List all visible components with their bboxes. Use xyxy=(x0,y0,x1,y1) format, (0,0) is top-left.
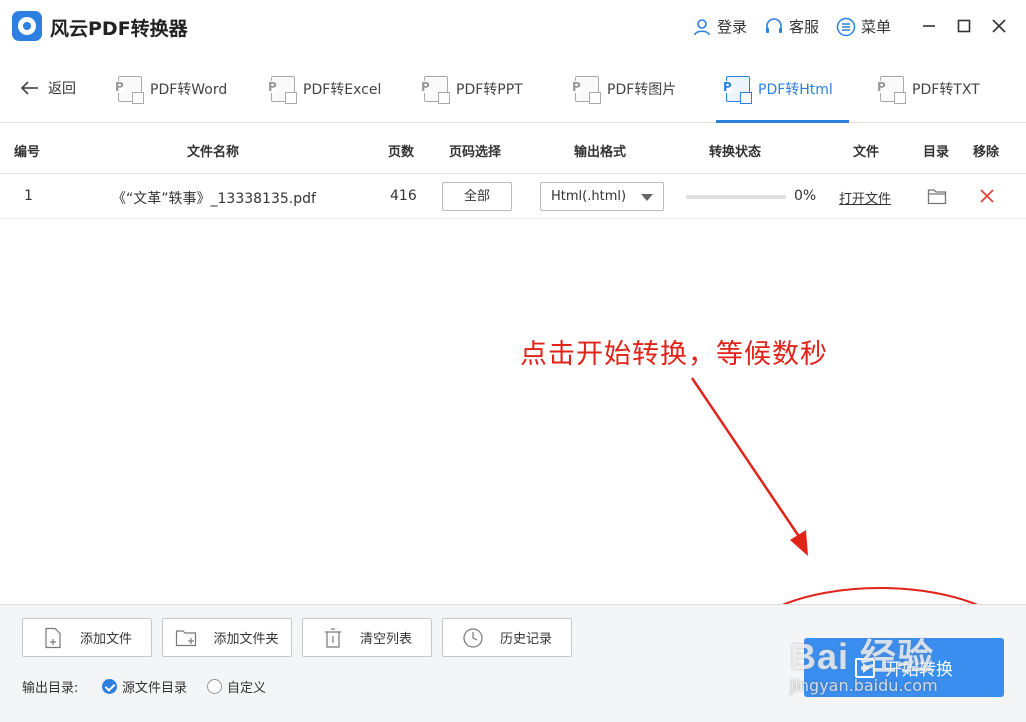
page-select-button[interactable]: 全部 xyxy=(442,182,512,211)
menu-button[interactable]: 菜单 xyxy=(836,16,891,37)
pdf-image-icon: P xyxy=(572,75,601,104)
close-button[interactable] xyxy=(988,15,1010,37)
pdf-ppt-icon: P xyxy=(421,75,450,104)
tab-label: PDF转PPT xyxy=(456,81,523,98)
minimize-button[interactable] xyxy=(918,15,940,37)
arrow-left-icon xyxy=(20,81,38,95)
trash-icon xyxy=(324,627,341,648)
output-dir-label: 输出目录: xyxy=(22,681,79,696)
add-file-icon xyxy=(45,627,61,648)
annotation-arrow xyxy=(690,377,802,539)
play-icon xyxy=(855,657,875,678)
title-bar: 风云PDF转换器 登录 客服 菜单 xyxy=(0,0,1026,54)
headset-icon xyxy=(766,17,782,33)
annotation-text: 点击开始转换，等候数秒 xyxy=(520,339,828,370)
header-format: 输出格式 xyxy=(574,145,627,160)
output-dir-source-radio[interactable]: 源文件目录 xyxy=(102,677,187,696)
output-dir-custom-radio[interactable]: 自定义 xyxy=(207,677,266,696)
header-pages: 页数 xyxy=(388,145,415,160)
tab-pdf-to-html[interactable]: P PDF转Html xyxy=(716,54,849,123)
tab-label: PDF转Excel xyxy=(303,81,382,98)
open-file-link[interactable]: 打开文件 xyxy=(839,188,891,207)
table-row: 1 《“文革”轶事》_13338135.pdf 416 全部 Html(.htm… xyxy=(0,174,1026,219)
pdf-excel-icon: P xyxy=(268,75,297,104)
remove-x-icon[interactable] xyxy=(978,187,996,205)
header-status: 转换状态 xyxy=(709,145,762,160)
pdf-html-icon: P xyxy=(723,75,752,104)
file-table-header: 编号 文件名称 页数 页码选择 输出格式 转换状态 文件 目录 移除 xyxy=(0,124,1026,174)
progress-percent: 0% xyxy=(794,188,817,204)
caret-down-icon xyxy=(641,194,653,201)
menu-icon xyxy=(836,17,856,36)
header-dir: 目录 xyxy=(923,145,950,160)
row-index: 1 xyxy=(24,188,33,204)
add-folder-icon xyxy=(176,629,197,646)
history-button[interactable]: 历史记录 xyxy=(442,618,572,657)
history-label: 历史记录 xyxy=(499,632,552,647)
tab-pdf-to-word[interactable]: P PDF转Word xyxy=(115,54,228,123)
login-label: 登录 xyxy=(717,18,748,36)
add-folder-label: 添加文件夹 xyxy=(213,632,279,647)
tab-pdf-to-image[interactable]: P PDF转图片 xyxy=(572,54,677,123)
app-title: 风云PDF转换器 xyxy=(50,18,188,40)
header-file: 文件 xyxy=(853,145,880,160)
tab-label: PDF转TXT xyxy=(912,81,980,98)
maximize-button[interactable] xyxy=(953,15,975,37)
back-button[interactable]: 返回 xyxy=(20,78,76,98)
start-label: 开始转换 xyxy=(885,660,953,680)
user-icon xyxy=(694,18,710,35)
pdf-txt-icon: P xyxy=(877,75,906,104)
add-folder-button[interactable]: 添加文件夹 xyxy=(162,618,292,657)
option-custom-label: 自定义 xyxy=(227,681,267,696)
tab-pdf-to-ppt[interactable]: P PDF转PPT xyxy=(421,54,523,123)
output-format-select[interactable]: Html(.html) xyxy=(540,182,664,211)
radio-checked-icon xyxy=(102,679,117,694)
option-source-label: 源文件目录 xyxy=(122,681,188,696)
app-logo-icon xyxy=(12,11,42,41)
tab-label: PDF转Word xyxy=(150,81,228,98)
tab-label: PDF转图片 xyxy=(607,81,677,98)
header-filename: 文件名称 xyxy=(187,145,240,160)
add-file-button[interactable]: 添加文件 xyxy=(22,618,152,657)
login-button[interactable]: 登录 xyxy=(692,16,747,37)
tab-pdf-to-excel[interactable]: P PDF转Excel xyxy=(268,54,382,123)
header-remove: 移除 xyxy=(973,145,1000,160)
conversion-progress-bar xyxy=(686,195,786,199)
header-page-select: 页码选择 xyxy=(449,145,502,160)
folder-icon[interactable] xyxy=(927,187,947,205)
maximize-icon xyxy=(957,19,971,33)
start-conversion-button[interactable]: 开始转换 xyxy=(804,638,1004,697)
minimize-icon xyxy=(923,25,935,27)
close-icon xyxy=(992,19,1006,33)
annotation-arrowhead xyxy=(790,530,808,556)
back-label: 返回 xyxy=(48,81,76,97)
tab-pdf-to-txt[interactable]: P PDF转TXT xyxy=(877,54,980,123)
header-index: 编号 xyxy=(14,145,41,160)
radio-unchecked-icon xyxy=(207,679,222,694)
pdf-word-icon: P xyxy=(115,75,144,104)
row-filename: 《“文革”轶事》_13338135.pdf xyxy=(112,191,316,207)
menu-label: 菜单 xyxy=(861,18,892,36)
clear-list-button[interactable]: 清空列表 xyxy=(302,618,432,657)
row-pages: 416 xyxy=(390,188,417,204)
clock-icon xyxy=(463,627,483,648)
bottom-toolbar: 添加文件 添加文件夹 清空列表 历史记录 输出目录: 源文件目录 自定义 开始转… xyxy=(0,604,1026,722)
tab-label: PDF转Html xyxy=(758,81,833,98)
output-format-value: Html(.html) xyxy=(551,189,627,204)
clear-list-label: 清空列表 xyxy=(359,632,412,647)
conversion-tab-bar: 返回 P PDF转Word P PDF转Excel P PDF转PPT P PD… xyxy=(0,54,1026,123)
add-file-label: 添加文件 xyxy=(79,632,132,647)
service-label: 客服 xyxy=(789,18,820,36)
service-button[interactable]: 客服 xyxy=(764,16,819,37)
